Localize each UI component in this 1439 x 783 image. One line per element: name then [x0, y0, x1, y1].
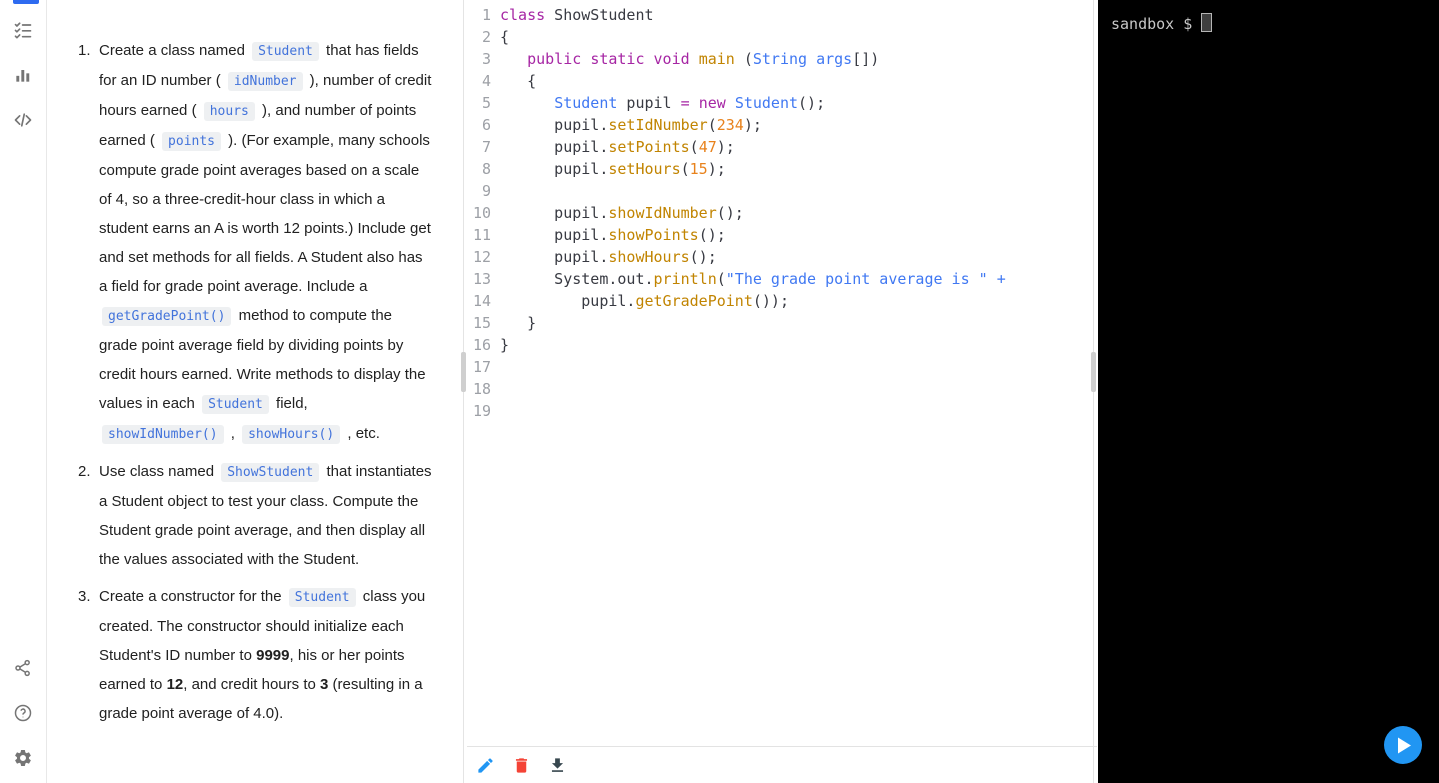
- settings-gear-icon[interactable]: [13, 748, 33, 768]
- run-play-button[interactable]: [1384, 726, 1422, 764]
- text-segment: Create a class named: [99, 42, 250, 59]
- text-segment: Use class named: [99, 463, 219, 480]
- instructions-panel: 1. Create a class named Student that has …: [47, 0, 460, 783]
- text-segment: , and credit hours to: [183, 676, 320, 693]
- inline-code: hours: [203, 102, 255, 121]
- line-number: 19: [472, 402, 491, 420]
- inline-code: Student: [288, 588, 356, 607]
- line-number: 5: [481, 94, 491, 112]
- share-icon[interactable]: [13, 658, 33, 678]
- inline-code: idNumber: [227, 72, 303, 91]
- code-line: pupil.showPoints();: [500, 226, 726, 244]
- inline-code: Student: [202, 395, 269, 414]
- code-line: System.out.println("The grade point aver…: [500, 270, 1006, 288]
- panel-splitter-right[interactable]: [1091, 0, 1097, 783]
- instructions-list: 1. Create a class named Student that has …: [78, 36, 434, 728]
- code-line: class ShowStudent: [500, 6, 654, 24]
- terminal-cursor: [1201, 13, 1213, 32]
- play-icon: [1398, 737, 1411, 753]
- list-number: 1.: [78, 42, 91, 59]
- code-icon[interactable]: [13, 110, 33, 130]
- app-window: 1. Create a class named Student that has …: [0, 0, 1439, 783]
- code-line: pupil.showIdNumber();: [500, 204, 744, 222]
- code-editor[interactable]: 1 2 3 4 5 6 7 8 9 10 11 12 13 14 15 16 17 18 19 class Show…: [467, 0, 1097, 746]
- list-number: 2.: [78, 463, 91, 480]
- bold-text: 12: [166, 676, 184, 693]
- line-number: 16: [472, 336, 491, 354]
- bar-chart-icon[interactable]: [13, 65, 33, 85]
- list-number: 3.: [78, 588, 91, 605]
- line-number: 7: [481, 138, 491, 156]
- line-number: 3: [481, 50, 491, 68]
- inline-code: showIdNumber(): [102, 425, 224, 444]
- code-line: pupil.getGradePoint());: [500, 292, 789, 310]
- help-icon[interactable]: [13, 703, 33, 723]
- code-area[interactable]: class ShowStudent { public static void ma…: [500, 4, 1097, 746]
- delete-trash-icon[interactable]: [512, 756, 531, 775]
- code-line: {: [500, 28, 510, 46]
- line-number: 9: [481, 182, 491, 200]
- instruction-item: 1. Create a class named Student that has …: [78, 36, 434, 449]
- code-line: public static void main (String args[]): [527, 50, 880, 68]
- line-number: 10: [472, 204, 491, 222]
- code-line: Student pupil = new Student();: [554, 94, 826, 112]
- left-icon-rail: [0, 0, 47, 783]
- inline-code: showHours(): [242, 425, 341, 444]
- inline-code: ShowStudent: [221, 463, 320, 482]
- instruction-item: 2. Use class named ShowStudent that insta…: [78, 457, 434, 574]
- splitter-handle[interactable]: [461, 352, 466, 392]
- terminal-prompt-symbol: $: [1183, 15, 1193, 33]
- download-icon[interactable]: [548, 756, 567, 775]
- line-number: 4: [481, 72, 491, 90]
- editor-toolbar: [467, 746, 1097, 783]
- code-line: pupil.setPoints(47);: [500, 138, 735, 156]
- code-line: pupil.showHours();: [500, 248, 717, 266]
- line-number: 13: [472, 270, 491, 288]
- code-line: pupil.setHours(15);: [500, 160, 726, 178]
- logo-fragment: [13, 0, 39, 4]
- line-number: 1: [481, 6, 491, 24]
- code-line: pupil.setIdNumber(234);: [500, 116, 762, 134]
- bold-text: 9999: [256, 647, 290, 664]
- code-line: }: [500, 336, 510, 354]
- panel-splitter-left[interactable]: [461, 0, 467, 783]
- line-number: 18: [472, 380, 491, 398]
- line-number: 2: [481, 28, 491, 46]
- edit-pencil-icon[interactable]: [476, 756, 495, 775]
- text-segment: ). (For example, many schools compute gr…: [99, 132, 431, 295]
- inline-code: getGradePoint(): [102, 307, 232, 326]
- text-segment: ,: [226, 425, 240, 442]
- instruction-text: Use class named ShowStudent that instant…: [99, 457, 434, 574]
- line-number: 12: [472, 248, 491, 266]
- instruction-item: 3. Create a constructor for the Student c…: [78, 582, 434, 728]
- inline-code: Student: [252, 42, 319, 61]
- code-line: }: [500, 314, 537, 332]
- text-segment: Create a constructor for the: [99, 588, 286, 605]
- line-number: 8: [481, 160, 491, 178]
- terminal-panel[interactable]: sandbox $: [1098, 0, 1439, 783]
- line-number: 17: [472, 358, 491, 376]
- line-number: 11: [472, 226, 491, 244]
- instruction-text: Create a class named Student that has fi…: [99, 36, 434, 449]
- splitter-handle[interactable]: [1091, 352, 1096, 392]
- line-number: 15: [472, 314, 491, 332]
- text-segment: , etc.: [343, 425, 380, 442]
- line-number: 6: [481, 116, 491, 134]
- code-line: {: [500, 72, 537, 90]
- line-number-gutter: 1 2 3 4 5 6 7 8 9 10 11 12 13 14 15 16 17 18 19: [467, 4, 491, 422]
- inline-code: points: [162, 132, 222, 151]
- terminal-prompt: sandbox: [1111, 15, 1175, 33]
- line-number: 14: [472, 292, 491, 310]
- guide-checklist-icon[interactable]: [13, 20, 33, 40]
- text-segment: field,: [271, 395, 308, 412]
- instruction-text: Create a constructor for the Student cla…: [99, 582, 434, 728]
